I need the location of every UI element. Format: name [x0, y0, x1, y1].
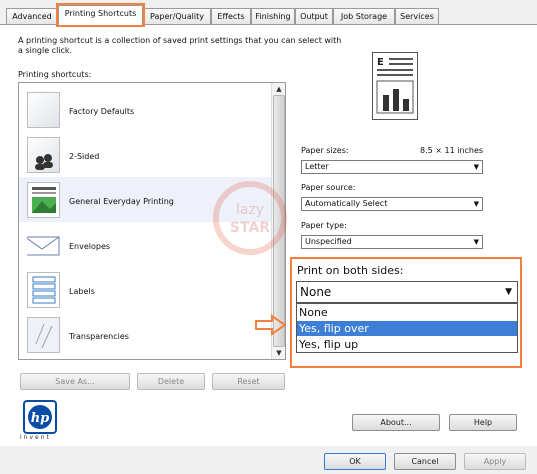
- apply-button[interactable]: Apply: [464, 453, 526, 470]
- tab-printing-shortcuts[interactable]: Printing Shortcuts: [56, 3, 145, 27]
- paper-type-select[interactable]: Unspecified ▼: [301, 235, 483, 249]
- ok-button[interactable]: OK: [324, 453, 386, 470]
- hp-logo-text: hp: [31, 411, 50, 426]
- tab-paper-quality[interactable]: Paper/Quality: [143, 8, 211, 24]
- option-flip-up[interactable]: Yes, flip up: [297, 337, 517, 352]
- page-icon: [27, 92, 60, 128]
- shortcut-item-transparencies[interactable]: Transparencies: [19, 312, 274, 357]
- cancel-button[interactable]: Cancel: [394, 453, 456, 470]
- arrow-right-icon: [255, 314, 287, 336]
- shortcut-label: General Everyday Printing: [69, 197, 174, 206]
- envelope-icon: [24, 227, 60, 263]
- shortcut-item-labels[interactable]: Labels: [19, 267, 274, 312]
- paper-source-select[interactable]: Automatically Select ▼: [301, 197, 483, 211]
- labels-icon: [27, 272, 60, 308]
- option-none[interactable]: None: [297, 305, 517, 320]
- chevron-down-icon: ▼: [473, 238, 479, 246]
- tab-output[interactable]: Output: [295, 8, 333, 24]
- paper-source-value: Automatically Select: [305, 199, 388, 208]
- watermark-bottom: STAR: [230, 220, 270, 236]
- save-as-button[interactable]: Save As...: [20, 373, 130, 390]
- shortcut-label: 2-Sided: [69, 152, 100, 161]
- shortcut-item-factory-defaults[interactable]: Factory Defaults: [19, 87, 274, 132]
- paper-sizes-value: Letter: [305, 162, 329, 171]
- help-button[interactable]: Help: [449, 414, 517, 431]
- chevron-down-icon: ▼: [473, 163, 479, 171]
- shortcut-description: A printing shortcut is a collection of s…: [18, 36, 342, 55]
- shortcut-label: Factory Defaults: [69, 107, 135, 116]
- delete-button[interactable]: Delete: [137, 373, 205, 390]
- scroll-up-icon[interactable]: ▲: [273, 83, 285, 95]
- transparency-icon: [27, 317, 60, 353]
- hp-tagline: invent: [20, 434, 51, 441]
- tab-finishing[interactable]: Finishing: [251, 8, 295, 24]
- watermark-logo: lazy STAR: [213, 181, 287, 255]
- option-flip-over[interactable]: Yes, flip over: [297, 321, 517, 336]
- svg-text:E: E: [377, 57, 384, 68]
- shortcut-label: Envelopes: [69, 242, 111, 251]
- tab-bar: Advanced Printing Shortcuts Paper/Qualit…: [0, 0, 537, 27]
- print-both-sides-value: None: [300, 285, 332, 299]
- paper-sizes-select[interactable]: Letter ▼: [301, 160, 483, 174]
- watermark-top: lazy: [236, 202, 264, 218]
- two-sided-icon: [27, 137, 60, 173]
- paper-type-value: Unspecified: [305, 237, 352, 246]
- tab-services[interactable]: Services: [395, 8, 439, 24]
- chevron-down-icon: ▼: [473, 200, 479, 208]
- print-both-sides-dropdown[interactable]: None Yes, flip over Yes, flip up: [296, 303, 518, 353]
- paper-dimensions: 8.5 × 11 inches: [420, 146, 484, 155]
- tab-advanced[interactable]: Advanced: [6, 8, 58, 24]
- paper-sizes-label: Paper sizes:: [301, 146, 349, 155]
- paper-source-label: Paper source:: [301, 183, 356, 192]
- print-both-sides-select[interactable]: None ▼: [296, 281, 518, 303]
- paper-type-label: Paper type:: [301, 221, 347, 230]
- scroll-down-icon[interactable]: ▼: [273, 347, 285, 359]
- shortcut-label: Labels: [69, 287, 95, 296]
- chevron-down-icon: ▼: [505, 287, 512, 297]
- document-icon: [27, 182, 60, 218]
- tab-effects[interactable]: Effects: [211, 8, 251, 24]
- tab-job-storage[interactable]: Job Storage: [333, 8, 395, 24]
- reset-button[interactable]: Reset: [212, 373, 285, 390]
- about-button[interactable]: About...: [352, 414, 440, 431]
- shortcut-item-2-sided[interactable]: 2-Sided: [19, 132, 274, 177]
- shortcut-label: Transparencies: [69, 332, 129, 341]
- shortcuts-label: Printing shortcuts:: [18, 70, 92, 79]
- page-preview-icon: E: [372, 52, 418, 120]
- hp-logo: hp: [23, 400, 57, 434]
- print-both-sides-label: Print on both sides:: [297, 264, 404, 277]
